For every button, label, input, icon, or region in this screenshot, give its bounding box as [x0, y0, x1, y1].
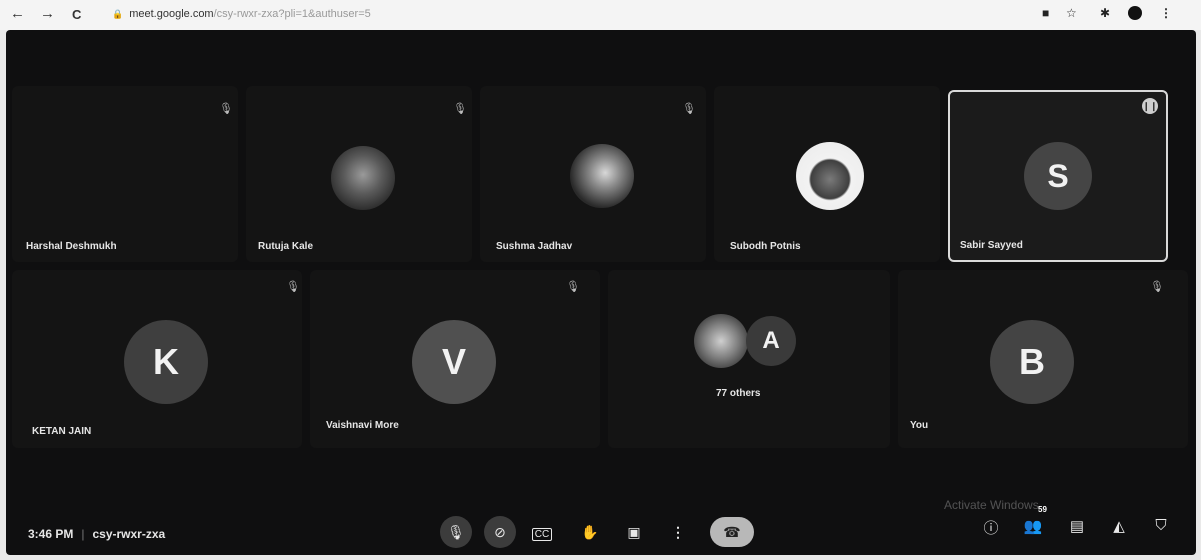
participant-name: KETAN JAIN [32, 426, 92, 437]
forward-icon[interactable]: → [40, 5, 55, 22]
windows-watermark: Activate Windows [944, 498, 1039, 512]
back-icon[interactable]: ← [10, 5, 25, 22]
avatar [331, 146, 395, 210]
tile-rutuja[interactable]: 🎙 Rutuja Kale [246, 86, 472, 262]
meeting-time: 3:46 PM [28, 527, 74, 541]
camera-off-icon: ⊘ [494, 524, 506, 540]
reload-icon[interactable]: C [72, 7, 81, 22]
mic-off-icon: 🎙 [219, 103, 233, 115]
present-button[interactable]: ▣ [618, 516, 650, 548]
tile-ketan[interactable]: 🎙 K KETAN JAIN [12, 270, 302, 448]
raise-hand-button[interactable]: ✋ [574, 516, 606, 548]
extensions-icon[interactable]: ✱ [1100, 6, 1110, 20]
mic-off-icon: 🎙 [1150, 281, 1164, 293]
people-icon[interactable]: 👥 [1022, 517, 1044, 535]
meeting-info: 3:46 PM | csy-rwxr-zxa [28, 527, 166, 541]
info-icon[interactable]: ⓘ [980, 517, 1002, 538]
tile-sabir[interactable]: ❙❙ S Sabir Sayyed [948, 90, 1168, 262]
participant-name: Subodh Potnis [730, 241, 801, 252]
tile-harshal[interactable]: 🎙 Harshal Deshmukh [12, 86, 238, 262]
captions-button[interactable]: CC [526, 516, 558, 548]
url-path: /csy-rwxr-zxa?pli=1&authuser=5 [213, 8, 371, 20]
people-count-badge: 59 [1038, 505, 1047, 514]
more-options-button[interactable]: ⋮ [662, 516, 694, 548]
avatar [694, 314, 748, 368]
avatar: A [746, 316, 796, 366]
camera-icon[interactable]: ■ [1042, 6, 1049, 20]
avatar: V [412, 320, 496, 404]
mic-off-icon: 🎙 [453, 103, 467, 115]
mic-off-icon: 🎙 [447, 524, 465, 540]
avatar [796, 142, 864, 210]
tile-subodh[interactable]: Subodh Potnis [714, 86, 940, 262]
star-icon[interactable]: ☆ [1066, 6, 1077, 20]
participant-name: You [910, 420, 929, 431]
mic-off-icon: 🎙 [286, 281, 300, 293]
participant-name: Harshal Deshmukh [26, 241, 117, 252]
avatar: S [1024, 142, 1092, 210]
host-controls-icon[interactable]: ⛉ [1150, 517, 1172, 534]
lock-icon: 🔒 [112, 9, 124, 19]
more-vert-icon: ⋮ [671, 524, 685, 540]
mic-off-button[interactable]: 🎙 [440, 516, 472, 548]
avatar: B [990, 320, 1074, 404]
tile-sushma[interactable]: 🎙 Sushma Jadhav [480, 86, 706, 262]
mic-off-icon: 🎙 [682, 103, 696, 115]
address-bar[interactable]: 🔒 meet.google.com/csy-rwxr-zxa?pli=1&auth… [112, 8, 371, 20]
participant-name: Vaishnavi More [326, 420, 399, 431]
participant-name: Rutuja Kale [258, 241, 314, 252]
speaking-indicator-icon: ❙❙ [1142, 98, 1158, 114]
participant-name: Sabir Sayyed [960, 240, 1023, 251]
avatar: K [124, 320, 208, 404]
participant-name: Sushma Jadhav [496, 241, 573, 252]
url-domain: meet.google.com [129, 8, 214, 20]
menu-icon[interactable]: ⋮ [1160, 6, 1172, 20]
profile-avatar[interactable] [1128, 6, 1142, 20]
meet-stage: 🎙 Harshal Deshmukh 🎙 Rutuja Kale 🎙 Sushm… [6, 30, 1196, 555]
meeting-code[interactable]: csy-rwxr-zxa [92, 527, 165, 541]
tile-you[interactable]: 🎙 B You [898, 270, 1188, 448]
hand-icon: ✋ [581, 524, 599, 540]
browser-toolbar: ← → C 🔒 meet.google.com/csy-rwxr-zxa?pli=… [0, 0, 1201, 30]
camera-off-button[interactable]: ⊘ [484, 516, 516, 548]
others-count-label: 77 others [716, 388, 761, 399]
chat-icon[interactable]: ▤ [1066, 517, 1088, 535]
avatar [570, 144, 634, 208]
activities-icon[interactable]: ◭ [1108, 517, 1130, 535]
captions-icon: CC [531, 528, 553, 541]
tile-vaishnavi[interactable]: 🎙 V Vaishnavi More [310, 270, 600, 448]
present-screen-icon: ▣ [627, 524, 641, 540]
hang-up-icon: ☎ [723, 524, 741, 540]
mic-off-icon: 🎙 [566, 281, 580, 293]
tile-others[interactable]: A 77 others [608, 270, 890, 448]
leave-call-button[interactable]: ☎ [710, 517, 754, 547]
